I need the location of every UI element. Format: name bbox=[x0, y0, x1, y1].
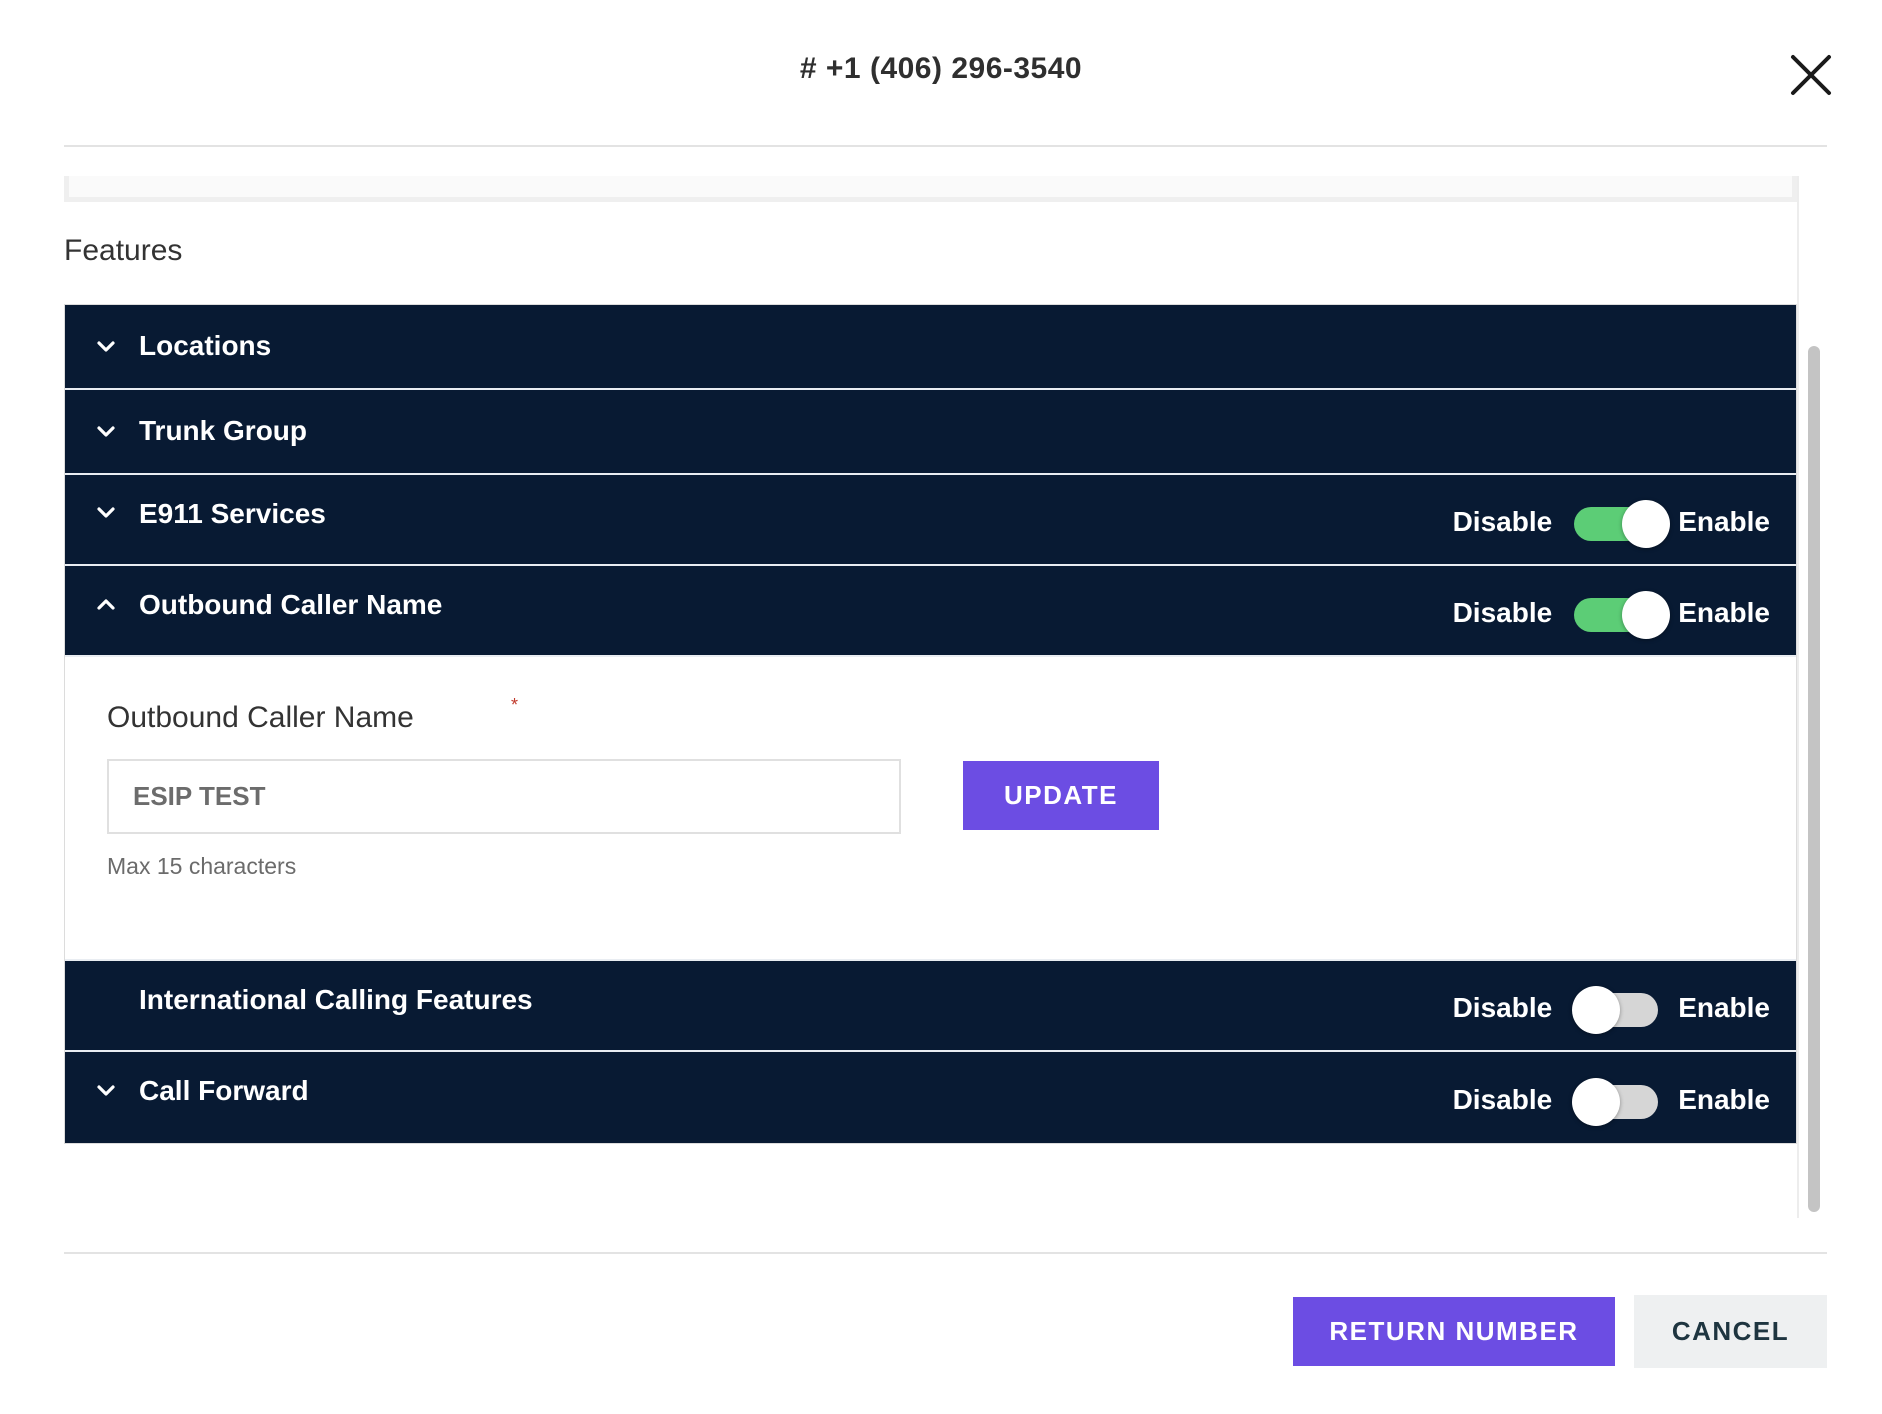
modal-scroll-area[interactable]: Features Locations Trunk Group E911 Serv… bbox=[64, 176, 1827, 1218]
chevron-up-icon bbox=[95, 593, 117, 615]
disable-label: Disable bbox=[1452, 1083, 1553, 1115]
outbound-caller-name-toggle-group: Disable Enable bbox=[1452, 589, 1770, 639]
modal-title: # +1 (406) 296-3540 bbox=[799, 52, 1083, 85]
enable-label: Enable bbox=[1678, 1083, 1770, 1115]
features-accordion: Locations Trunk Group E911 Services Disa… bbox=[64, 304, 1797, 1144]
section-label: Call Forward bbox=[139, 1075, 309, 1106]
scrollbar[interactable] bbox=[1806, 176, 1822, 1218]
chevron-down-icon bbox=[95, 1080, 117, 1102]
required-marker: * bbox=[511, 695, 519, 715]
section-label: Outbound Caller Name bbox=[139, 589, 443, 620]
e911-toggle-group: Disable Enable bbox=[1452, 498, 1770, 548]
enable-label: Enable bbox=[1678, 596, 1770, 628]
call-forward-toggle[interactable] bbox=[1572, 1077, 1659, 1126]
toggle-knob bbox=[1622, 499, 1671, 548]
disable-label: Disable bbox=[1452, 991, 1553, 1023]
update-button[interactable]: UPDATE bbox=[963, 761, 1159, 830]
section-e911-services-header[interactable]: E911 Services Disable Enable bbox=[65, 475, 1796, 566]
section-international-calling-header[interactable]: International Calling Features Disable E… bbox=[65, 961, 1796, 1052]
outbound-caller-name-toggle[interactable] bbox=[1572, 590, 1671, 639]
toggle-knob bbox=[1572, 1077, 1621, 1126]
return-number-button[interactable]: RETURN NUMBER bbox=[1293, 1297, 1615, 1366]
toggle-knob bbox=[1622, 590, 1671, 639]
previous-card-edge bbox=[64, 176, 1797, 202]
toggle-knob bbox=[1572, 985, 1621, 1034]
section-label: International Calling Features bbox=[139, 984, 533, 1015]
enable-label: Enable bbox=[1678, 505, 1770, 537]
section-label: Trunk Group bbox=[139, 415, 307, 446]
features-heading: Features bbox=[64, 234, 183, 267]
max-characters-hint: Max 15 characters bbox=[107, 853, 297, 879]
chevron-down-icon bbox=[95, 502, 117, 524]
scrollbar-thumb[interactable] bbox=[1808, 346, 1820, 1212]
disable-label: Disable bbox=[1452, 596, 1553, 628]
outbound-caller-name-label: Outbound Caller Name bbox=[107, 701, 414, 734]
footer-divider bbox=[64, 1252, 1827, 1254]
header-divider bbox=[64, 145, 1827, 147]
e911-services-toggle[interactable] bbox=[1572, 499, 1671, 548]
enable-label: Enable bbox=[1678, 991, 1770, 1023]
cancel-button[interactable]: CANCEL bbox=[1634, 1295, 1827, 1368]
section-call-forward-header[interactable]: Call Forward Disable Enable bbox=[65, 1052, 1796, 1143]
outbound-caller-name-panel: Outbound Caller Name * UPDATE Max 15 cha… bbox=[65, 657, 1796, 961]
outbound-caller-name-input[interactable] bbox=[107, 759, 901, 834]
close-icon[interactable] bbox=[1790, 54, 1832, 96]
phone-number-modal: # +1 (406) 296-3540 Features Locations T… bbox=[0, 0, 1882, 1414]
section-label: Locations bbox=[139, 330, 272, 361]
chevron-down-icon bbox=[95, 336, 117, 358]
international-calling-toggle[interactable] bbox=[1572, 985, 1659, 1034]
disable-label: Disable bbox=[1452, 505, 1553, 537]
content-border bbox=[1797, 176, 1799, 1218]
chevron-down-icon bbox=[95, 421, 117, 443]
section-locations-header[interactable]: Locations bbox=[65, 305, 1796, 390]
call-forward-toggle-group: Disable Enable bbox=[1452, 1076, 1770, 1126]
international-calling-toggle-group: Disable Enable bbox=[1452, 984, 1770, 1034]
section-outbound-caller-name-header[interactable]: Outbound Caller Name Disable Enable bbox=[65, 566, 1796, 657]
section-trunk-group-header[interactable]: Trunk Group bbox=[65, 390, 1796, 475]
section-label: E911 Services bbox=[139, 498, 326, 529]
